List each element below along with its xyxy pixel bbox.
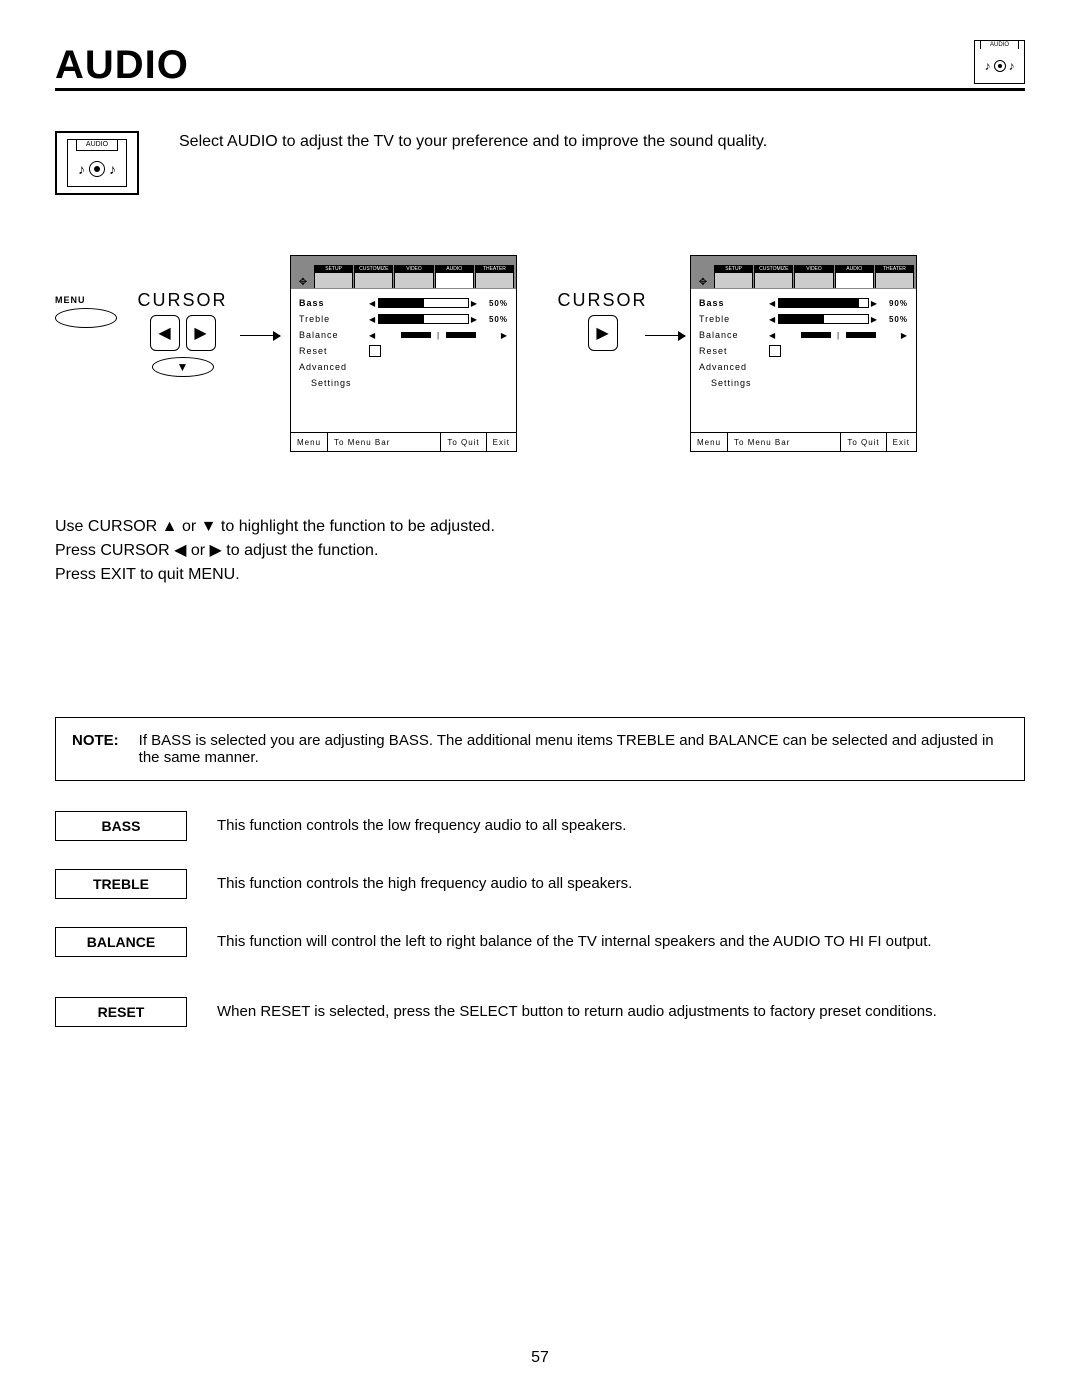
tab-audio: AUDIO: [436, 266, 473, 273]
cursor-left-button: ◀: [150, 315, 180, 351]
osd-footer: Menu To Menu Bar To Quit Exit: [291, 432, 516, 451]
tab-customize: CUSTOMIZE: [355, 266, 392, 273]
note-label: NOTE:: [72, 732, 119, 766]
osd-item-advanced: Advanced: [299, 359, 508, 375]
note-box: NOTE: If BASS is selected you are adjust…: [55, 717, 1025, 781]
def-text: This function controls the low frequency…: [217, 811, 1025, 834]
page-number: 57: [0, 1349, 1080, 1367]
tab-video: VIDEO: [395, 266, 432, 273]
osd-item-treble: Treble ◀▶50%: [299, 311, 508, 327]
music-note-icon: ♪: [109, 161, 116, 177]
osd-item-treble: Treble ◀▶50%: [699, 311, 908, 327]
music-note-icon: ♪: [1009, 59, 1015, 73]
audio-large-icon: AUDIO ♪ ♪: [55, 131, 139, 195]
osd-item-bass: Bass ◀▶90%: [699, 295, 908, 311]
osd-item-settings: Settings: [299, 375, 508, 391]
audio-icon: AUDIO ♪ ♪: [974, 40, 1025, 84]
tab-theater: THEATER: [476, 266, 513, 273]
cursor-right-button: ▶: [186, 315, 216, 351]
tab-audio: AUDIO: [836, 266, 873, 273]
arrow-icon: [240, 335, 280, 336]
def-label: BALANCE: [55, 927, 187, 957]
def-label: TREBLE: [55, 869, 187, 899]
osd-item-bass: Bass ◀▶50%: [299, 295, 508, 311]
note-text: If BASS is selected you are adjusting BA…: [139, 732, 1008, 766]
cursor-right-button: ▶: [588, 315, 618, 351]
osd-item-settings: Settings: [699, 375, 908, 391]
def-row-balance: BALANCE This function will control the l…: [55, 927, 1025, 957]
intro-text: Select AUDIO to adjust the TV to your pr…: [179, 131, 1025, 153]
def-text: This function will control the left to r…: [217, 927, 1025, 950]
def-row-bass: BASS This function controls the low freq…: [55, 811, 1025, 841]
menu-button-icon: [55, 308, 117, 328]
instruction-line: Use CURSOR ▲ or ▼ to highlight the funct…: [55, 515, 1025, 539]
record-icon: [994, 60, 1006, 72]
osd-screen-left: ✥ SETUP CUSTOMIZE VIDEO AUDIO THEATER Ba…: [290, 255, 517, 452]
osd-item-reset: Reset: [299, 343, 508, 359]
music-note-icon: ♪: [78, 161, 85, 177]
osd-item-reset: Reset: [699, 343, 908, 359]
tab-video: VIDEO: [795, 266, 832, 273]
cursor-label: CURSOR: [135, 290, 230, 311]
cursor-label: CURSOR: [555, 290, 650, 311]
tab-setup: SETUP: [315, 266, 352, 273]
audio-icon-label: AUDIO: [76, 139, 118, 151]
def-row-treble: TREBLE This function controls the high f…: [55, 869, 1025, 899]
osd-footer: Menu To Menu Bar To Quit Exit: [691, 432, 916, 451]
osd-tabs: ✥ SETUP CUSTOMIZE VIDEO AUDIO THEATER: [291, 256, 516, 289]
cursor-pad: CURSOR ◀ ▶ ▼: [135, 290, 230, 377]
cursor-down-button: ▼: [152, 357, 214, 377]
osd-item-balance: Balance ◀|▶: [699, 327, 908, 343]
osd-item-advanced: Advanced: [699, 359, 908, 375]
tab-theater: THEATER: [876, 266, 913, 273]
def-label: RESET: [55, 997, 187, 1027]
tab-setup: SETUP: [715, 266, 752, 273]
instruction-line: Press CURSOR ◀ or ▶ to adjust the functi…: [55, 539, 1025, 563]
page-title: AUDIO: [55, 43, 189, 88]
def-text: When RESET is selected, press the SELECT…: [217, 997, 1025, 1020]
arrow-icon: [645, 335, 685, 336]
def-row-reset: RESET When RESET is selected, press the …: [55, 997, 1025, 1027]
record-icon: [89, 161, 105, 177]
music-note-icon: ♪: [985, 59, 991, 73]
checkbox-icon: [769, 345, 781, 357]
osd-screen-right: ✥ SETUP CUSTOMIZE VIDEO AUDIO THEATER Ba…: [690, 255, 917, 452]
instructions-block: Use CURSOR ▲ or ▼ to highlight the funct…: [55, 515, 1025, 587]
osd-item-balance: Balance ◀|▶: [299, 327, 508, 343]
audio-icon-label: AUDIO: [980, 40, 1019, 49]
osd-tabs: ✥ SETUP CUSTOMIZE VIDEO AUDIO THEATER: [691, 256, 916, 289]
def-label: BASS: [55, 811, 187, 841]
instruction-line: Press EXIT to quit MENU.: [55, 563, 1025, 587]
tab-customize: CUSTOMIZE: [755, 266, 792, 273]
checkbox-icon: [369, 345, 381, 357]
def-text: This function controls the high frequenc…: [217, 869, 1025, 892]
cursor-pad-right: CURSOR ▶: [555, 290, 650, 351]
